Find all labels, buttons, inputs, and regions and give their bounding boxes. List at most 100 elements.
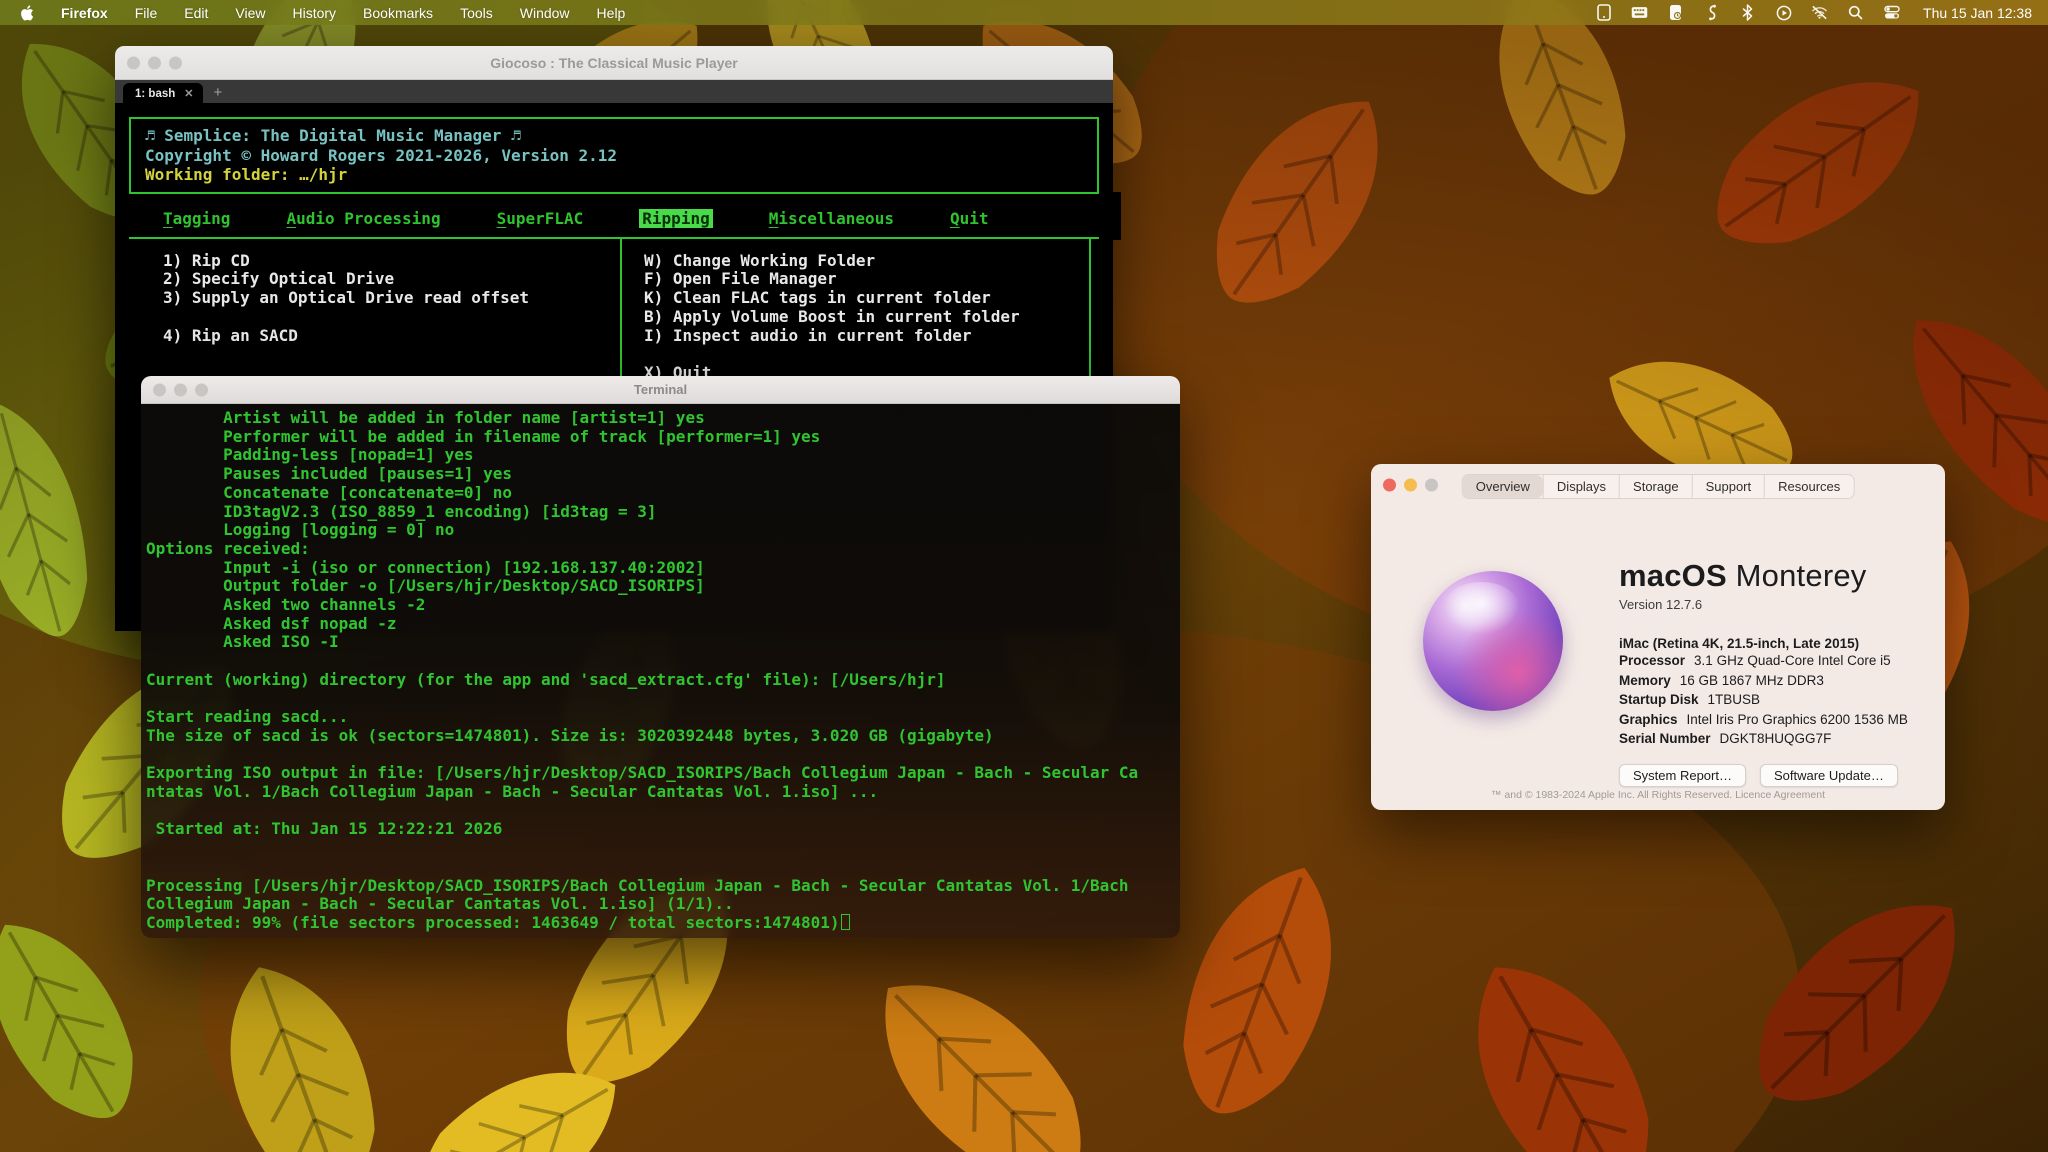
- option-item[interactable]: 4) Rip an SACD: [163, 327, 620, 346]
- tab-label: 1: bash: [135, 88, 175, 100]
- option-item[interactable]: B) Apply Volume Boost in current folder: [644, 308, 1089, 327]
- spec-value: DGKT8HUQGG7F: [1720, 731, 1832, 746]
- about-this-mac-window: OverviewDisplaysStorageSupportResources …: [1371, 464, 1945, 810]
- about-titlebar[interactable]: OverviewDisplaysStorageSupportResources: [1371, 464, 1945, 506]
- menu-bar-clock[interactable]: Thu 15 Jan 12:38: [1923, 5, 2032, 21]
- spec-value: 16 GB 1867 MHz DDR3: [1680, 673, 1824, 688]
- semplice-menu-superflac[interactable]: SuperFLAC: [497, 209, 584, 228]
- about-tab-support[interactable]: Support: [1692, 475, 1765, 498]
- menu-firefox[interactable]: Firefox: [61, 5, 108, 21]
- menu-view[interactable]: View: [235, 5, 265, 21]
- semplice-menu-quit[interactable]: Quit: [950, 209, 989, 228]
- semplice-menu-tagging[interactable]: Tagging: [163, 209, 230, 228]
- semplice-header-box: ♬ Semplice: The Digital Music Manager ♬ …: [129, 117, 1099, 194]
- apple-menu-icon[interactable]: [20, 5, 34, 21]
- new-tab-button[interactable]: +: [203, 84, 232, 103]
- terminal-output: Artist will be added in folder name [art…: [141, 404, 1180, 933]
- close-button[interactable]: [153, 383, 166, 396]
- menu-bar-items: Firefox File Edit View History Bookmarks Tools…: [61, 5, 625, 21]
- close-button[interactable]: [1383, 479, 1396, 492]
- semplice-menu-row: Tagging Audio Processing SuperFLAC Ripping M…: [129, 194, 1099, 228]
- giocoso-titlebar[interactable]: Giocoso : The Classical Music Player: [115, 46, 1113, 80]
- menu-bookmarks[interactable]: Bookmarks: [363, 5, 433, 21]
- close-button[interactable]: [127, 56, 140, 69]
- option-item[interactable]: F) Open File Manager: [644, 270, 1089, 289]
- option-item: [644, 345, 1089, 364]
- menu-edit[interactable]: Edit: [184, 5, 208, 21]
- keyboard-icon[interactable]: [1631, 4, 1648, 21]
- about-tab-overview[interactable]: Overview: [1463, 475, 1543, 498]
- semplice-menu-ripping[interactable]: Ripping: [639, 209, 712, 228]
- spec-label: Processor: [1619, 653, 1685, 668]
- tab-bash[interactable]: 1: bash ✕: [123, 83, 203, 103]
- terminal-cursor: [841, 914, 850, 930]
- spec-row: Memory 16 GB 1867 MHz DDR3: [1619, 671, 1929, 691]
- menu-help[interactable]: Help: [597, 5, 626, 21]
- semplice-menu-audio-processing[interactable]: Audio Processing: [286, 209, 440, 228]
- about-buttons: System Report… Software Update…: [1619, 764, 1929, 787]
- option-item[interactable]: 1) Rip CD: [163, 252, 620, 271]
- menu-history[interactable]: History: [292, 5, 336, 21]
- about-tab-displays[interactable]: Displays: [1543, 475, 1619, 498]
- zoom-button[interactable]: [1425, 479, 1438, 492]
- wifi-off-icon[interactable]: [1811, 4, 1828, 21]
- terminal-window-title: Terminal: [141, 376, 1180, 404]
- os-version: Version 12.7.6: [1619, 597, 1929, 612]
- ripping-options-left: 1) Rip CD2) Specify Optical Drive3) Supp…: [129, 239, 622, 384]
- playback-icon[interactable]: [1775, 4, 1792, 21]
- display-mirroring-icon[interactable]: [1595, 4, 1612, 21]
- menu-file[interactable]: File: [135, 5, 158, 21]
- menu-bar: Firefox File Edit View History Bookmarks Tools…: [0, 0, 2048, 25]
- bluetooth-icon[interactable]: [1739, 4, 1756, 21]
- spotlight-search-icon[interactable]: [1847, 4, 1864, 21]
- about-tab-storage[interactable]: Storage: [1619, 475, 1692, 498]
- shortcuts-icon[interactable]: [1703, 4, 1720, 21]
- spec-rows: Processor3.1 GHz Quad-Core Intel Core i5…: [1619, 651, 1929, 749]
- minimize-button[interactable]: [1404, 479, 1417, 492]
- menu-window[interactable]: Window: [520, 5, 570, 21]
- terminal-body[interactable]: Artist will be added in folder name [art…: [141, 404, 1180, 938]
- option-item[interactable]: I) Inspect audio in current folder: [644, 327, 1089, 346]
- terminal-window: Terminal Artist will be added in folder …: [141, 376, 1180, 938]
- macos-monterey-logo: [1423, 571, 1563, 711]
- option-item[interactable]: 3) Supply an Optical Drive read offset: [163, 289, 620, 308]
- spec-label: Startup Disk: [1619, 692, 1699, 707]
- option-item[interactable]: 2) Specify Optical Drive: [163, 270, 620, 289]
- zoom-button[interactable]: [169, 56, 182, 69]
- control-center-icon[interactable]: [1883, 4, 1900, 21]
- menu-bar-left: Firefox File Edit View History Bookmarks Tools…: [0, 5, 625, 21]
- about-tab-bar: OverviewDisplaysStorageSupportResources: [1462, 474, 1855, 499]
- menu-tools[interactable]: Tools: [460, 5, 493, 21]
- desktop: n 4) Giocoso : The Classical Music Playe…: [0, 0, 2048, 1152]
- zoom-button[interactable]: [195, 383, 208, 396]
- spec-label: Memory: [1619, 673, 1671, 688]
- semplice-copyright: Copyright © Howard Rogers 2021-2026, Ver…: [145, 146, 1083, 166]
- minimize-button[interactable]: [148, 56, 161, 69]
- semplice-screen: ♬ Semplice: The Digital Music Manager ♬ …: [115, 103, 1113, 383]
- option-item: [163, 308, 620, 327]
- spec-label: Serial Number: [1619, 731, 1711, 746]
- ripping-options-right: W) Change Working FolderF) Open File Man…: [622, 239, 1089, 384]
- option-item[interactable]: W) Change Working Folder: [644, 252, 1089, 271]
- tab-close-icon[interactable]: ✕: [184, 87, 193, 100]
- about-tab-resources[interactable]: Resources: [1764, 475, 1853, 498]
- software-update-button[interactable]: Software Update…: [1760, 764, 1898, 787]
- about-traffic-lights[interactable]: [1383, 479, 1438, 492]
- semplice-title: ♬ Semplice: The Digital Music Manager ♬: [145, 126, 1083, 146]
- spec-row: Serial Number DGKT8HUQGG7F: [1619, 729, 1929, 749]
- spec-row: Startup Disk 1TBUSB: [1619, 690, 1929, 710]
- time-machine-icon[interactable]: [1667, 4, 1684, 21]
- terminal-traffic-lights[interactable]: [153, 383, 208, 396]
- giocoso-traffic-lights[interactable]: [127, 56, 182, 69]
- about-info: macOS Monterey Version 12.7.6 iMac (Reti…: [1619, 558, 1929, 787]
- spec-value: 1TBUSB: [1708, 692, 1761, 707]
- semplice-working-folder: Working folder: …/hjr: [145, 165, 1083, 185]
- giocoso-tab-bar: 1: bash ✕ +: [115, 80, 1113, 103]
- mac-model: iMac (Retina 4K, 21.5-inch, Late 2015): [1619, 636, 1929, 651]
- about-footer: ™ and © 1983-2024 Apple Inc. All Rights …: [1371, 789, 1945, 801]
- system-report-button[interactable]: System Report…: [1619, 764, 1746, 787]
- option-item[interactable]: K) Clean FLAC tags in current folder: [644, 289, 1089, 308]
- minimize-button[interactable]: [174, 383, 187, 396]
- terminal-titlebar[interactable]: Terminal: [141, 376, 1180, 404]
- semplice-menu-miscellaneous[interactable]: Miscellaneous: [769, 209, 894, 228]
